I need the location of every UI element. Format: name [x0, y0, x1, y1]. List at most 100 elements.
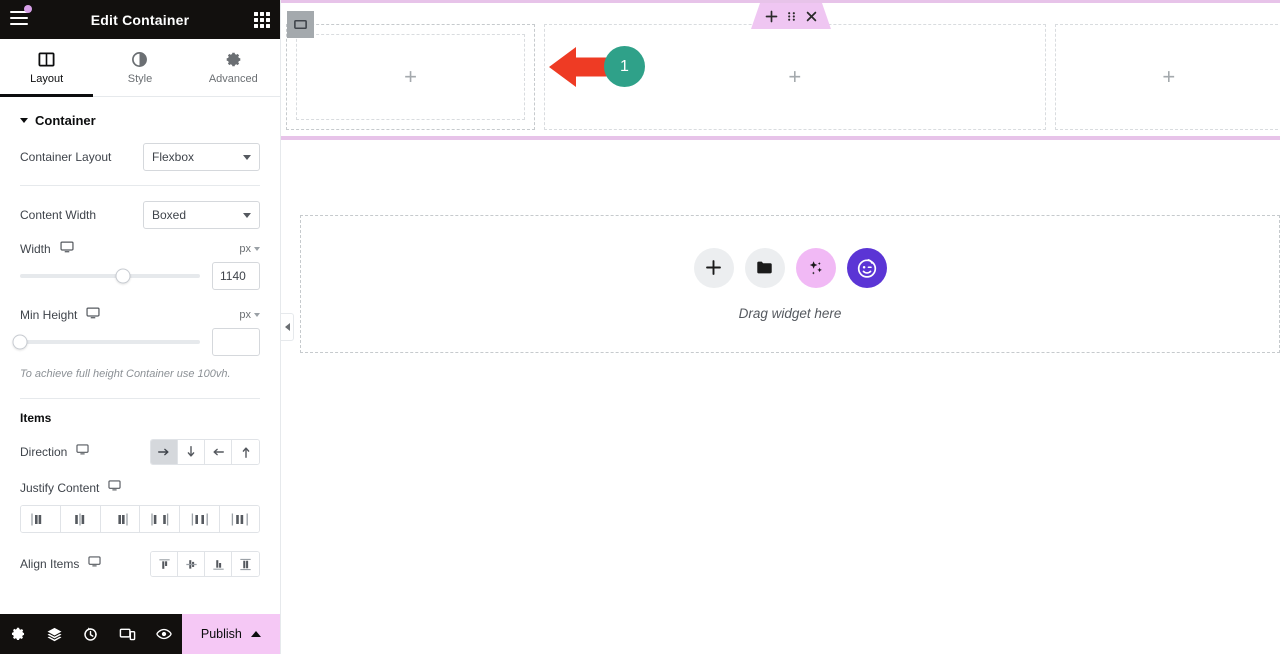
control-justify-content: Justify Content — [0, 475, 280, 501]
items-section-title: Items — [20, 411, 52, 425]
section-floating-toolbar — [751, 3, 831, 29]
widgets-grid-icon[interactable] — [254, 12, 270, 28]
divider — [20, 185, 260, 186]
direction-label: Direction — [20, 445, 68, 459]
panel-tabs: Layout Style Advanced — [0, 39, 280, 97]
justify-space-around-button[interactable] — [180, 506, 221, 532]
tab-style-label: Style — [127, 72, 153, 85]
chevron-left-icon — [284, 323, 290, 331]
width-label: Width — [20, 242, 51, 256]
dropzone-action-buttons — [693, 247, 887, 288]
direction-column-button[interactable] — [178, 440, 205, 464]
min-height-slider-thumb[interactable] — [12, 334, 28, 350]
justify-flex-end-button[interactable] — [100, 506, 141, 532]
ai-generate-button[interactable] — [795, 247, 836, 288]
container-3[interactable]: + — [1054, 24, 1280, 130]
half-circle-contrast-icon — [131, 51, 148, 68]
tab-advanced-label: Advanced — [208, 72, 258, 85]
divider — [20, 398, 260, 399]
editor-canvas: + + + Drag widget here — [281, 0, 1280, 654]
min-height-input[interactable] — [212, 328, 260, 356]
gear-icon — [225, 51, 242, 68]
section-containers-row: + + + — [286, 24, 1280, 130]
desktop-monitor-icon[interactable] — [76, 443, 89, 461]
preview-eye-icon[interactable] — [145, 614, 181, 654]
tab-layout-label: Layout — [30, 72, 64, 85]
align-center-button[interactable] — [178, 552, 205, 576]
direction-column-reverse-button[interactable] — [232, 440, 259, 464]
direction-choices — [150, 439, 260, 465]
plus-icon[interactable]: + — [404, 66, 417, 88]
add-container-icon[interactable] — [765, 10, 778, 23]
control-width: Width px — [0, 236, 280, 262]
width-input[interactable] — [212, 262, 260, 290]
align-flex-end-button[interactable] — [205, 552, 232, 576]
control-min-height: Min Height px — [0, 302, 280, 328]
desktop-monitor-icon[interactable] — [108, 479, 121, 497]
publish-button[interactable]: Publish — [181, 614, 280, 654]
panel-collapse-handle[interactable] — [281, 313, 294, 341]
plus-icon[interactable]: + — [788, 66, 801, 88]
tab-advanced[interactable]: Advanced — [187, 39, 280, 96]
justify-space-between-button[interactable] — [140, 506, 181, 532]
width-unit-switcher[interactable]: px — [239, 243, 260, 255]
add-new-element-button[interactable] — [693, 247, 734, 288]
align-flex-start-button[interactable] — [151, 552, 178, 576]
hamburger-menu-icon[interactable] — [10, 11, 30, 27]
add-template-button[interactable] — [744, 247, 785, 288]
close-section-icon[interactable] — [805, 10, 818, 23]
justify-flex-start-button[interactable] — [21, 506, 61, 532]
content-width-label: Content Width — [20, 208, 97, 222]
caret-down-icon — [20, 118, 28, 123]
justify-content-choices-row — [0, 501, 280, 533]
desktop-monitor-icon[interactable] — [60, 240, 74, 259]
container-3-inner[interactable]: + — [1054, 24, 1280, 130]
container-layout-select[interactable]: Flexbox — [143, 143, 260, 171]
container-rectangle-icon[interactable] — [287, 11, 314, 38]
elementor-editor-window: Edit Container Layout Style Advanced Con… — [0, 0, 1280, 654]
layout-columns-icon — [38, 51, 55, 68]
desktop-monitor-icon[interactable] — [88, 555, 101, 573]
annotation-step-number: 1 — [620, 57, 629, 75]
publish-button-label: Publish — [200, 627, 242, 641]
justify-content-choices — [20, 505, 260, 533]
tab-layout[interactable]: Layout — [0, 39, 94, 97]
desktop-monitor-icon[interactable] — [86, 306, 100, 325]
chevron-up-icon[interactable] — [250, 631, 261, 637]
container-1-inner[interactable]: + — [296, 34, 526, 120]
content-width-select[interactable]: Boxed — [143, 201, 260, 229]
control-container-layout: Container Layout Flexbox — [0, 140, 280, 174]
history-clock-icon[interactable] — [73, 614, 109, 654]
control-align-items: Align Items — [0, 549, 280, 579]
container-1[interactable]: + — [286, 24, 536, 130]
section-container-header[interactable]: Container — [0, 97, 280, 140]
selected-section[interactable]: + + + — [281, 0, 1280, 140]
justify-space-evenly-button[interactable] — [220, 506, 259, 532]
widget-dropzone[interactable]: Drag widget here — [300, 215, 1280, 353]
min-height-slider-track[interactable] — [12, 334, 200, 350]
page-title: Edit Container — [90, 11, 190, 28]
min-height-unit-switcher[interactable]: px — [239, 309, 260, 321]
responsive-devices-icon[interactable] — [109, 614, 145, 654]
justify-center-button[interactable] — [60, 506, 101, 532]
notification-dot-icon — [24, 5, 32, 13]
panel-content: Container Container Layout Flexbox Conte… — [0, 97, 280, 614]
width-slider-thumb[interactable] — [115, 268, 131, 284]
settings-gear-icon[interactable] — [0, 614, 36, 654]
drag-handle-dots-icon[interactable] — [785, 10, 798, 23]
min-height-hint: To achieve full height Container use 100… — [20, 368, 231, 380]
plus-icon[interactable]: + — [1162, 66, 1175, 88]
align-stretch-button[interactable] — [232, 552, 259, 576]
min-height-slider-row — [0, 328, 280, 356]
width-slider-track[interactable] — [20, 268, 200, 284]
align-items-choices — [150, 551, 260, 577]
control-direction: Direction — [0, 437, 280, 467]
navigator-layers-icon[interactable] — [36, 614, 72, 654]
direction-row-reverse-button[interactable] — [205, 440, 232, 464]
direction-row-button[interactable] — [151, 440, 178, 464]
chevron-down-icon — [254, 247, 260, 251]
dropzone-label: Drag widget here — [738, 305, 842, 321]
emoji-widget-button[interactable] — [846, 247, 887, 288]
align-items-label: Align Items — [20, 557, 80, 571]
tab-style[interactable]: Style — [93, 39, 186, 96]
